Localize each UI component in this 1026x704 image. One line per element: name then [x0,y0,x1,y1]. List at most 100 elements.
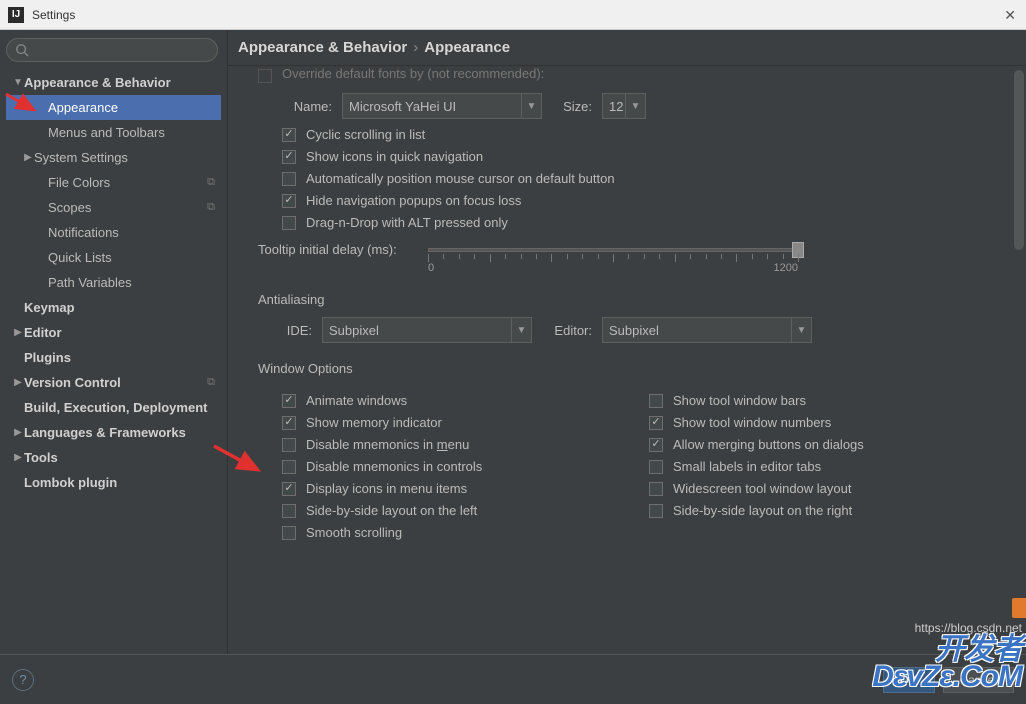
sidebar-item-system-settings[interactable]: ▶System Settings [6,145,221,170]
sidebar-item-editor[interactable]: ▶Editor [6,320,221,345]
close-icon[interactable]: ✕ [1004,7,1016,24]
window-title: Settings [32,8,75,22]
search-icon [15,43,29,57]
sidebar-item-label: Languages & Frameworks [24,425,221,440]
slider-min: 0 [428,262,434,274]
checkbox-label: Disable mnemonics in controls [306,459,482,474]
content-area: Override default fonts by (not recommend… [228,66,1026,654]
sidebar-item-appearance-behavior[interactable]: ▼Appearance & Behavior [6,70,221,95]
checkbox[interactable] [649,438,663,452]
font-size-combo[interactable]: 12 ▼ [602,93,646,119]
sidebar-item-languages-frameworks[interactable]: ▶Languages & Frameworks [6,420,221,445]
checkbox[interactable] [649,460,663,474]
chevron-down-icon: ▼ [625,94,645,118]
checkbox-label: Side-by-side layout on the left [306,503,477,518]
breadcrumb: Appearance & Behavior › Appearance [228,30,1026,66]
help-icon[interactable]: ? [12,669,34,691]
search-input[interactable] [35,43,209,57]
sidebar-item-label: Plugins [24,350,221,365]
sidebar-item-path-variables[interactable]: Path Variables [6,270,221,295]
sidebar-item-keymap[interactable]: Keymap [6,295,221,320]
sidebar-item-build-execution-deployment[interactable]: Build, Execution, Deployment [6,395,221,420]
settings-tree: ▼Appearance & Behavior Appearance Menus an… [6,70,221,495]
sidebar-item-label: Appearance [48,100,221,115]
checkbox-label: Allow merging buttons on dialogs [673,437,864,452]
font-name-value: Microsoft YaHei UI [349,99,456,114]
checkbox[interactable] [282,482,296,496]
checkbox-label: Show tool window bars [673,393,806,408]
sidebar-item-quick-lists[interactable]: Quick Lists [6,245,221,270]
slider-max: 1200 [774,262,798,274]
chevron-down-icon: ▼ [511,318,531,342]
breadcrumb-leaf: Appearance [424,39,510,56]
aa-editor-value: Subpixel [609,323,659,338]
checkbox-label: Automatically position mouse cursor on d… [306,171,615,186]
tooltip-delay-label: Tooltip initial delay (ms): [258,242,418,257]
sidebar-item-notifications[interactable]: Notifications [6,220,221,245]
checkbox[interactable] [282,438,296,452]
sidebar-item-label: Lombok plugin [24,475,221,490]
checkbox-label: Drag-n-Drop with ALT pressed only [306,215,508,230]
sidebar-item-label: Menus and Toolbars [48,125,221,140]
sidebar-item-label: Notifications [48,225,221,240]
checkbox[interactable] [282,172,296,186]
sidebar-item-version-control[interactable]: ▶Version Control⧉ [6,370,221,395]
sidebar-item-label: Path Variables [48,275,221,290]
chevron-right-icon: ▶ [12,327,24,338]
tooltip-delay-slider[interactable]: 0 1200 [428,242,798,272]
aa-editor-combo[interactable]: Subpixel ▼ [602,317,812,343]
checkbox[interactable] [649,416,663,430]
checkbox[interactable] [282,416,296,430]
chevron-right-icon: ▶ [12,452,24,463]
checkbox[interactable] [282,460,296,474]
checkbox-label: Show icons in quick navigation [306,149,483,164]
chevron-right-icon: › [413,39,418,56]
checkbox[interactable] [282,150,296,164]
sidebar-item-appearance[interactable]: Appearance [6,95,221,120]
font-name-combo[interactable]: Microsoft YaHei UI ▼ [342,93,542,119]
watermark: https://blog.csdn.net 开发者 DεvZε.CoM [872,623,1022,690]
aa-ide-label: IDE: [272,323,312,338]
sidebar-item-label: Editor [24,325,221,340]
checkbox[interactable] [282,394,296,408]
sidebar-item-label: Keymap [24,300,221,315]
chevron-down-icon: ▼ [521,94,541,118]
sidebar-item-label: Scopes [48,200,207,215]
project-badge-icon: ⧉ [207,376,215,389]
sidebar-item-label: Version Control [24,375,207,390]
app-icon: IJ [8,7,24,23]
checkbox-label: Side-by-side layout on the right [673,503,852,518]
checkbox[interactable] [282,504,296,518]
checkbox[interactable] [282,526,296,540]
sidebar-item-lombok-plugin[interactable]: Lombok plugin [6,470,221,495]
checkbox-label: Hide navigation popups on focus loss [306,193,521,208]
titlebar: IJ Settings ✕ [0,0,1026,30]
checkbox[interactable] [282,216,296,230]
checkbox[interactable] [282,194,296,208]
sidebar-item-label: Quick Lists [48,250,221,265]
scrollbar[interactable] [1014,70,1024,250]
sidebar-item-file-colors[interactable]: File Colors⧉ [6,170,221,195]
sidebar-item-plugins[interactable]: Plugins [6,345,221,370]
checkbox[interactable] [282,128,296,142]
aa-ide-combo[interactable]: Subpixel ▼ [322,317,532,343]
checkbox-label: Widescreen tool window layout [673,481,851,496]
checkbox[interactable] [649,482,663,496]
chevron-down-icon: ▼ [791,318,811,342]
breadcrumb-root[interactable]: Appearance & Behavior [238,39,407,56]
aa-ide-value: Subpixel [329,323,379,338]
checkbox-label: Smooth scrolling [306,525,402,540]
main-panel: Appearance & Behavior › Appearance Overr… [228,30,1026,654]
checkbox[interactable] [649,394,663,408]
sidebar-item-scopes[interactable]: Scopes⧉ [6,195,221,220]
sidebar-item-label: Tools [24,450,221,465]
checkbox[interactable] [649,504,663,518]
override-fonts-checkbox[interactable] [258,69,272,83]
checkbox-label: Show tool window numbers [673,415,831,430]
sidebar-item-tools[interactable]: ▶Tools [6,445,221,470]
search-box[interactable] [6,38,218,62]
font-size-value: 12 [609,99,623,114]
antialiasing-title: Antialiasing [258,292,1016,307]
sidebar-item-menus-and-toolbars[interactable]: Menus and Toolbars [6,120,221,145]
checkbox-label: Small labels in editor tabs [673,459,821,474]
